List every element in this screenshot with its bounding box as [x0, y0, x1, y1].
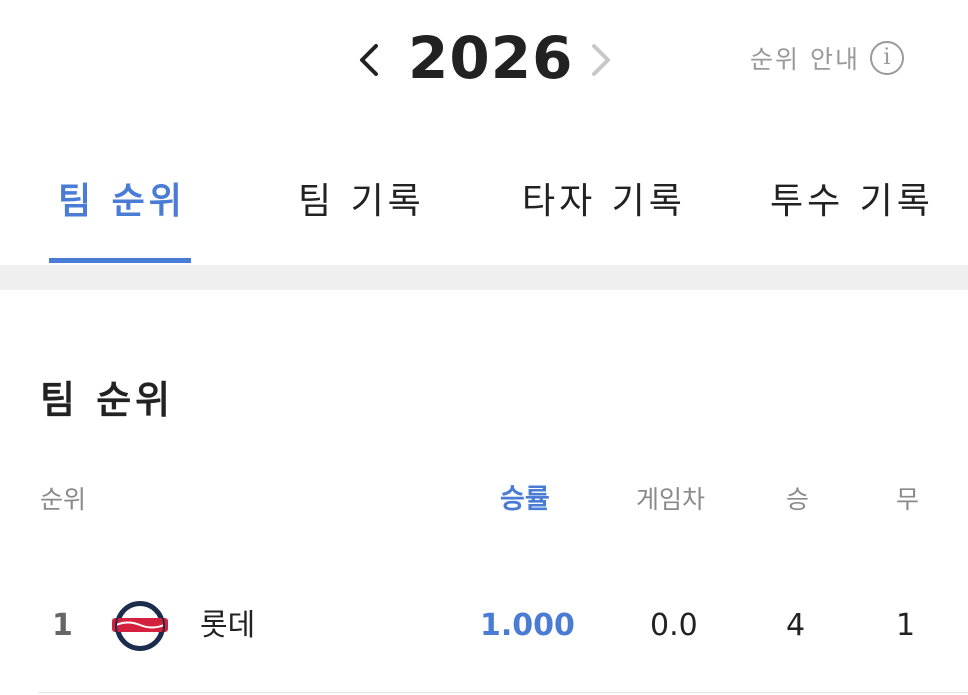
chevron-right-icon [592, 44, 610, 76]
tab-team-ranking[interactable]: 팀 순위 [58, 172, 186, 232]
column-header-games-behind[interactable]: 게임차 [636, 475, 705, 525]
ranking-guide-label: 순위 안내 [750, 45, 860, 74]
record-tabs: 팀 순위 팀 기록 타자 기록 투수 기록 [0, 150, 968, 265]
team-win-rate: 1.000 [480, 608, 575, 643]
team-draws: 1 [896, 608, 916, 643]
chevron-left-icon [360, 44, 378, 76]
team-wins: 4 [786, 608, 806, 643]
column-header-rank: 순위 [40, 485, 87, 514]
team-rank: 1 [52, 608, 73, 643]
season-selector: 2026 순위 안내 i [0, 0, 968, 120]
ranking-guide-button[interactable]: 순위 안내 i [750, 38, 904, 78]
season-year: 2026 [408, 24, 574, 92]
column-header-win-rate[interactable]: 승률 [500, 475, 550, 525]
column-header-draws[interactable]: 무 [896, 475, 919, 525]
column-header-wins[interactable]: 승 [786, 475, 809, 525]
previous-year-button[interactable] [352, 38, 386, 82]
table-row[interactable]: 1 롯데 1.000 0.0 4 1 [0, 590, 968, 662]
team-name: 롯데 [200, 608, 256, 643]
team-games-behind: 0.0 [650, 608, 698, 643]
tab-pitcher-records[interactable]: 투수 기록 [770, 172, 934, 232]
standings-table-header: 순위 승률 게임차 승 무 [0, 475, 968, 525]
giants-logo [112, 601, 168, 651]
next-year-button[interactable] [584, 38, 618, 82]
section-separator [0, 265, 968, 290]
active-tab-indicator [49, 258, 191, 263]
row-divider [38, 692, 968, 693]
team-logo [108, 600, 172, 652]
tab-batter-records[interactable]: 타자 기록 [522, 172, 686, 232]
tab-team-records[interactable]: 팀 기록 [298, 172, 425, 232]
section-title: 팀 순위 [40, 378, 175, 422]
info-icon: i [869, 41, 904, 75]
